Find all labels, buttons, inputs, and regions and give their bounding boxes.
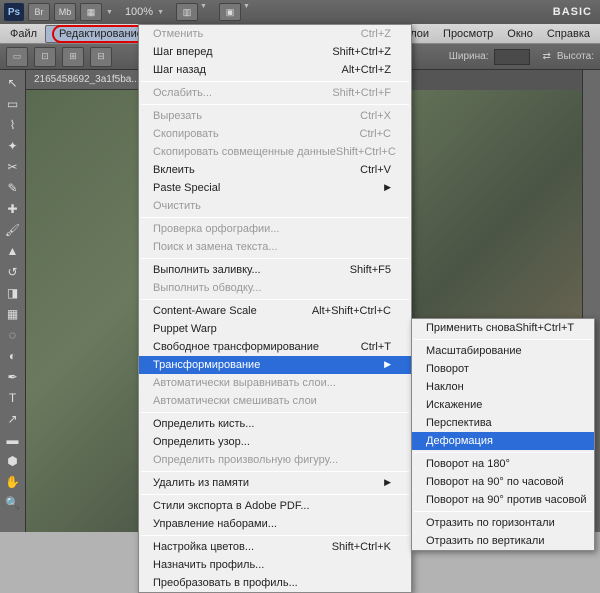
menu-puppet-warp[interactable]: Puppet Warp	[139, 320, 411, 338]
menu-define-brush[interactable]: Определить кисть...	[139, 415, 411, 433]
menu-window[interactable]: Окно	[501, 26, 539, 42]
move-tool[interactable]: ↖	[2, 73, 24, 93]
menu-color-settings[interactable]: Настройка цветов...Shift+Ctrl+K	[139, 538, 411, 556]
edit-highlight: Редактирование	[52, 25, 150, 43]
menu-file[interactable]: Файл	[4, 26, 43, 42]
menu-auto-blend[interactable]: Автоматически смешивать слои	[139, 392, 411, 410]
hand-tool[interactable]: ✋	[2, 472, 24, 492]
menu-purge[interactable]: Удалить из памяти▶	[139, 474, 411, 492]
zoom-level[interactable]: 100%	[125, 6, 153, 18]
crop-options-button[interactable]: ⊟	[90, 47, 112, 67]
bridge-button[interactable]: Br	[28, 3, 50, 21]
menu-fade[interactable]: Ослабить...Shift+Ctrl+F	[139, 84, 411, 102]
menu-copy[interactable]: СкопироватьCtrl+C	[139, 125, 411, 143]
history-brush-tool[interactable]: ↺	[2, 262, 24, 282]
menu-free-transform[interactable]: Свободное трансформированиеCtrl+T	[139, 338, 411, 356]
marquee-tool[interactable]: ▭	[2, 94, 24, 114]
view-extras-button[interactable]: ▦	[80, 3, 102, 21]
tool-preset[interactable]: ▭	[6, 47, 28, 67]
eyedropper-tool[interactable]: ✎	[2, 178, 24, 198]
width-label: Ширина:	[449, 51, 489, 62]
transform-submenu: Применить сноваShift+Ctrl+T Масштабирова…	[411, 318, 595, 551]
menu-fill[interactable]: Выполнить заливку...Shift+F5	[139, 261, 411, 279]
menu-step-back[interactable]: Шаг назадAlt+Ctrl+Z	[139, 61, 411, 79]
menu-view[interactable]: Просмотр	[437, 26, 499, 42]
menu-define-shape[interactable]: Определить произвольную фигуру...	[139, 451, 411, 469]
menu-help[interactable]: Справка	[541, 26, 596, 42]
crop-overlay-button[interactable]: ⊞	[62, 47, 84, 67]
menu-copy-merged[interactable]: Скопировать совмещенные данныеShift+Ctrl…	[139, 143, 411, 161]
menu-paste-special[interactable]: Paste Special▶	[139, 179, 411, 197]
type-tool[interactable]: T	[2, 388, 24, 408]
wand-tool[interactable]: ✦	[2, 136, 24, 156]
pen-tool[interactable]: ✒	[2, 367, 24, 387]
submenu-rot180[interactable]: Поворот на 180°	[412, 455, 594, 473]
submenu-rot90ccw[interactable]: Поворот на 90° против часовой	[412, 491, 594, 509]
app-logo: Ps	[4, 3, 24, 21]
arrange-docs-button[interactable]: ▥	[176, 3, 198, 21]
stamp-tool[interactable]: ▲	[2, 241, 24, 261]
menu-spell[interactable]: Проверка орфографии...	[139, 220, 411, 238]
submenu-again[interactable]: Применить сноваShift+Ctrl+T	[412, 319, 594, 337]
3d-tool[interactable]: ⬢	[2, 451, 24, 471]
eraser-tool[interactable]: ◨	[2, 283, 24, 303]
menu-preset-manager[interactable]: Управление наборами...	[139, 515, 411, 533]
menu-stroke[interactable]: Выполнить обводку...	[139, 279, 411, 297]
submenu-fliph[interactable]: Отразить по горизонтали	[412, 514, 594, 532]
submenu-flipv[interactable]: Отразить по вертикали	[412, 532, 594, 550]
dropdown-icon: ▼	[243, 3, 250, 21]
menu-undo[interactable]: ОтменитьCtrl+Z	[139, 25, 411, 43]
menu-clear[interactable]: Очистить	[139, 197, 411, 215]
lasso-tool[interactable]: ⌇	[2, 115, 24, 135]
brush-tool[interactable]: 🖌	[2, 220, 24, 240]
menu-auto-align[interactable]: Автоматически выравнивать слои...	[139, 374, 411, 392]
zoom-tool[interactable]: 🔍	[2, 493, 24, 513]
menu-assign-profile[interactable]: Назначить профиль...	[139, 556, 411, 574]
menu-transform[interactable]: Трансформирование▶	[139, 356, 411, 374]
edit-dropdown: ОтменитьCtrl+Z Шаг впередShift+Ctrl+Z Ша…	[138, 24, 412, 593]
workspace-label[interactable]: BASIC	[553, 6, 596, 18]
menu-paste[interactable]: ВклеитьCtrl+V	[139, 161, 411, 179]
crop-tool[interactable]: ✂	[2, 157, 24, 177]
dropdown-icon: ▼	[157, 9, 164, 16]
height-label: Высота:	[557, 51, 594, 62]
submenu-skew[interactable]: Наклон	[412, 378, 594, 396]
submenu-rot90cw[interactable]: Поворот на 90° по часовой	[412, 473, 594, 491]
path-tool[interactable]: ↗	[2, 409, 24, 429]
dropdown-icon: ▼	[106, 9, 113, 16]
screen-mode-button[interactable]: ▣	[219, 3, 241, 21]
menu-cut[interactable]: ВырезатьCtrl+X	[139, 107, 411, 125]
submenu-warp[interactable]: Деформация	[412, 432, 594, 450]
width-input[interactable]	[494, 49, 530, 65]
shape-tool[interactable]: ▬	[2, 430, 24, 450]
menu-convert-profile[interactable]: Преобразовать в профиль...	[139, 574, 411, 592]
minibridge-button[interactable]: Mb	[54, 3, 76, 21]
menu-content-aware-scale[interactable]: Content-Aware ScaleAlt+Shift+Ctrl+C	[139, 302, 411, 320]
heal-tool[interactable]: ✚	[2, 199, 24, 219]
menu-find[interactable]: Поиск и замена текста...	[139, 238, 411, 256]
submenu-rotate[interactable]: Поворот	[412, 360, 594, 378]
crop-ratio-button[interactable]: ⊡	[34, 47, 56, 67]
menu-define-pattern[interactable]: Определить узор...	[139, 433, 411, 451]
menu-step-forward[interactable]: Шаг впередShift+Ctrl+Z	[139, 43, 411, 61]
dropdown-icon: ▼	[200, 3, 207, 21]
submenu-distort[interactable]: Искажение	[412, 396, 594, 414]
gradient-tool[interactable]: ▦	[2, 304, 24, 324]
blur-tool[interactable]: ◌	[2, 325, 24, 345]
dodge-tool[interactable]: ◐	[2, 346, 24, 366]
tools-panel: ↖ ▭ ⌇ ✦ ✂ ✎ ✚ 🖌 ▲ ↺ ◨ ▦ ◌ ◐ ✒ T ↗ ▬ ⬢ ✋ …	[0, 70, 26, 532]
submenu-scale[interactable]: Масштабирование	[412, 342, 594, 360]
submenu-perspective[interactable]: Перспектива	[412, 414, 594, 432]
menu-pdf-presets[interactable]: Стили экспорта в Adobe PDF...	[139, 497, 411, 515]
